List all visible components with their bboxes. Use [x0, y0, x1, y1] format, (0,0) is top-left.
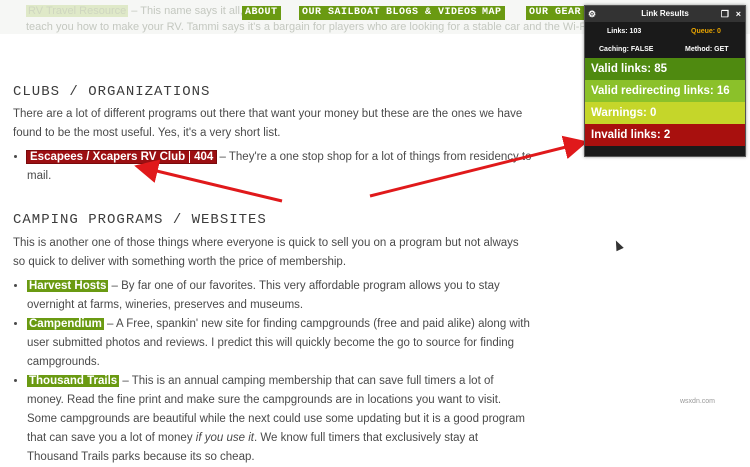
- item-emphasis: if you use it: [195, 432, 254, 444]
- arrow-to-broken-link: [134, 159, 283, 203]
- panel-header: ⚙ Link Results ❐ ×: [585, 6, 745, 22]
- warnings-row[interactable]: Warnings: 0: [585, 102, 745, 124]
- panel-stats: Links: 103 Queue: 0 Caching: FALSE Metho…: [585, 22, 745, 58]
- close-icon[interactable]: ×: [736, 6, 741, 22]
- link-results-panel: ⚙ Link Results ❐ × Links: 103 Queue: 0 C…: [584, 5, 746, 157]
- redirect-links-row[interactable]: Valid redirecting links: 16: [585, 80, 745, 102]
- invalid-links-row[interactable]: Invalid links: 2: [585, 124, 745, 146]
- valid-links-row[interactable]: Valid links: 85: [585, 58, 745, 80]
- caching-status: Caching: FALSE: [599, 46, 654, 53]
- method-status: Method: GET: [685, 46, 729, 53]
- links-count: Links: 103: [607, 28, 642, 35]
- watermark: wsxdn.com: [680, 398, 716, 405]
- window-icon[interactable]: ❐: [721, 6, 729, 22]
- gear-icon[interactable]: ⚙: [588, 6, 596, 22]
- queue-count: Queue: 0: [691, 28, 721, 35]
- panel-title: Link Results: [641, 9, 689, 18]
- arrow-to-invalid-links: [369, 135, 588, 198]
